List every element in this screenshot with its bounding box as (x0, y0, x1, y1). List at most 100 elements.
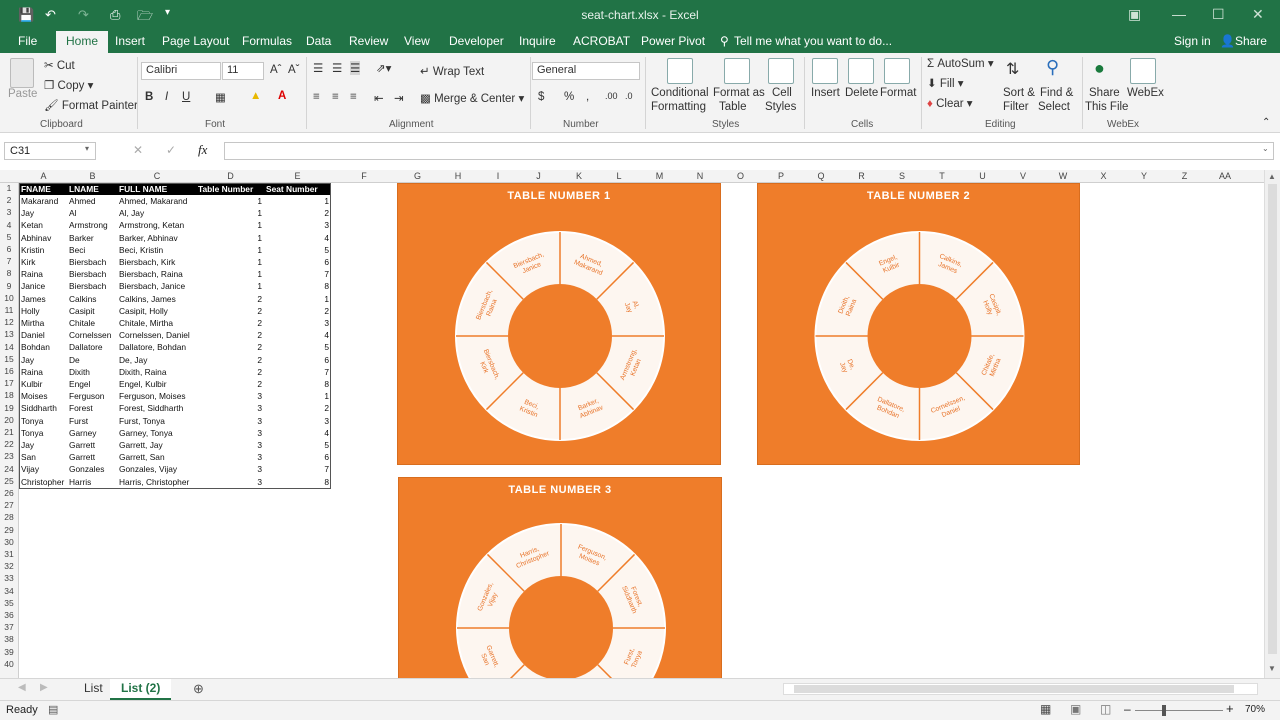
tab-formulas[interactable]: Formulas (242, 34, 292, 48)
tab-acrobat[interactable]: ACROBAT (573, 34, 630, 48)
column-header[interactable]: L (599, 171, 639, 181)
paste-button[interactable]: Paste (8, 88, 37, 100)
tab-power-pivot[interactable]: Power Pivot (641, 34, 705, 48)
column-header[interactable]: T (922, 171, 962, 181)
italic-button[interactable]: I (165, 91, 168, 103)
column-header[interactable]: Z (1164, 171, 1205, 181)
row-header[interactable]: 6 (0, 244, 18, 254)
middle-align-icon[interactable]: ☰ (332, 61, 342, 75)
decrease-decimal-icon[interactable]: .0 (625, 91, 633, 101)
webex-share-icon[interactable]: ● (1094, 58, 1105, 79)
format-as-table-icon[interactable] (724, 58, 750, 84)
row-header[interactable]: 15 (0, 354, 18, 364)
increase-indent-icon[interactable]: ⇥ (394, 91, 404, 105)
column-header[interactable]: K (559, 171, 599, 181)
number-format-dropdown[interactable]: General (532, 62, 640, 80)
format-painter-button[interactable]: 🖌 Format Painter (44, 98, 138, 112)
tab-insert[interactable]: Insert (115, 34, 145, 48)
close-icon[interactable]: ✕ (1252, 6, 1264, 23)
percent-button[interactable]: % (564, 91, 574, 103)
row-header[interactable]: 23 (0, 451, 18, 461)
share-button[interactable]: 👤Share (1220, 34, 1267, 48)
zoom-out-icon[interactable]: – (1124, 702, 1131, 716)
underline-button[interactable]: U (182, 91, 190, 103)
name-box-dropdown-icon[interactable]: ▾ (85, 144, 89, 153)
comma-button[interactable]: , (586, 91, 589, 103)
row-header[interactable]: 27 (0, 500, 18, 510)
row-header[interactable]: 21 (0, 427, 18, 437)
column-header[interactable]: J (518, 171, 559, 181)
column-header[interactable]: S (882, 171, 922, 181)
row-header[interactable]: 13 (0, 329, 18, 339)
row-header[interactable]: 10 (0, 293, 18, 303)
font-size-dropdown[interactable]: 11 (222, 62, 264, 80)
column-header[interactable]: Q (801, 171, 841, 181)
row-header[interactable]: 22 (0, 439, 18, 449)
conditional-formatting-button[interactable]: Conditional (651, 87, 709, 99)
bold-button[interactable]: B (145, 91, 153, 103)
horizontal-scrollbar[interactable] (783, 683, 1258, 695)
collapse-ribbon-icon[interactable]: ⌃ (1262, 117, 1270, 128)
scroll-up-icon[interactable]: ▲ (1268, 172, 1276, 181)
tab-data[interactable]: Data (306, 34, 331, 48)
column-header[interactable]: E (264, 171, 331, 181)
format-as-table-button[interactable]: Format as (713, 87, 765, 99)
row-header[interactable]: 33 (0, 573, 18, 583)
row-header[interactable]: 37 (0, 622, 18, 632)
format-cells-icon[interactable] (884, 58, 910, 84)
row-header[interactable]: 28 (0, 512, 18, 522)
row-header[interactable]: 3 (0, 207, 18, 217)
sort-filter-button[interactable]: Sort & (1003, 87, 1035, 99)
bottom-align-icon[interactable]: ☰ (350, 61, 361, 75)
prev-sheet-icon[interactable]: ◀ (18, 682, 26, 693)
worksheet-grid[interactable]: A B C D E F G H I J K L M N O P Q R S T U V W X Y Z AA 1 2 3 4 5 6 7 8 9 10… (0, 170, 1264, 678)
wrap-text-button[interactable]: ↵ Wrap Text (420, 64, 484, 78)
row-header[interactable]: 35 (0, 598, 18, 608)
borders-icon[interactable]: ▦ (215, 90, 226, 104)
share-file-button[interactable]: Share (1089, 87, 1120, 99)
row-header[interactable]: 25 (0, 476, 18, 486)
formula-input[interactable] (224, 142, 1274, 160)
cell-styles-button[interactable]: Cell (772, 87, 792, 99)
column-header[interactable]: B (68, 171, 117, 181)
scroll-down-icon[interactable]: ▼ (1268, 664, 1276, 673)
macro-record-icon[interactable]: ▤ (48, 703, 58, 716)
row-header[interactable]: 19 (0, 403, 18, 413)
autosum-button[interactable]: Σ AutoSum ▾ (927, 56, 994, 70)
tell-me-search[interactable]: Tell me what you want to do... (734, 34, 892, 48)
currency-button[interactable]: $ (538, 91, 544, 103)
column-header[interactable]: A (19, 171, 68, 181)
align-right-icon[interactable]: ≡ (350, 91, 357, 103)
column-header[interactable]: Y (1124, 171, 1164, 181)
zoom-slider[interactable] (1135, 710, 1223, 711)
increase-font-icon[interactable]: Aˆ (270, 64, 282, 76)
cell-styles-icon[interactable] (768, 58, 794, 84)
find-select-button[interactable]: Find & (1040, 87, 1073, 99)
row-header[interactable]: 31 (0, 549, 18, 559)
delete-cells-icon[interactable] (848, 58, 874, 84)
column-header[interactable]: I (478, 171, 518, 181)
tab-review[interactable]: Review (349, 34, 388, 48)
paste-icon[interactable] (10, 58, 34, 88)
maximize-icon[interactable]: ☐ (1212, 6, 1225, 23)
cut-button[interactable]: ✂ Cut (44, 58, 75, 72)
row-header[interactable]: 17 (0, 378, 18, 388)
tab-developer[interactable]: Developer (449, 34, 504, 48)
enter-icon[interactable]: ✓ (166, 143, 176, 157)
find-select-icon[interactable]: ⚲ (1046, 57, 1059, 78)
row-header[interactable]: 8 (0, 268, 18, 278)
sheet-tab-list-2[interactable]: List (2) (110, 679, 172, 700)
row-header[interactable]: 2 (0, 195, 18, 205)
column-header[interactable]: C (117, 171, 197, 181)
align-center-icon[interactable]: ≡ (332, 91, 339, 103)
row-header[interactable]: 12 (0, 317, 18, 327)
row-header[interactable]: 40 (0, 659, 18, 669)
zoom-level[interactable]: 70% (1245, 704, 1265, 715)
table-2-chart[interactable]: TABLE NUMBER 2 Calkins,James Casipit,Holl… (757, 183, 1080, 465)
expand-formula-icon[interactable]: ⌄ (1262, 144, 1269, 153)
row-header[interactable]: 24 (0, 464, 18, 474)
top-align-icon[interactable]: ☰ (313, 61, 323, 75)
decrease-font-icon[interactable]: Aˇ (288, 64, 300, 76)
column-header[interactable]: F (331, 171, 397, 181)
fill-color-icon[interactable]: ▲ (250, 90, 261, 102)
